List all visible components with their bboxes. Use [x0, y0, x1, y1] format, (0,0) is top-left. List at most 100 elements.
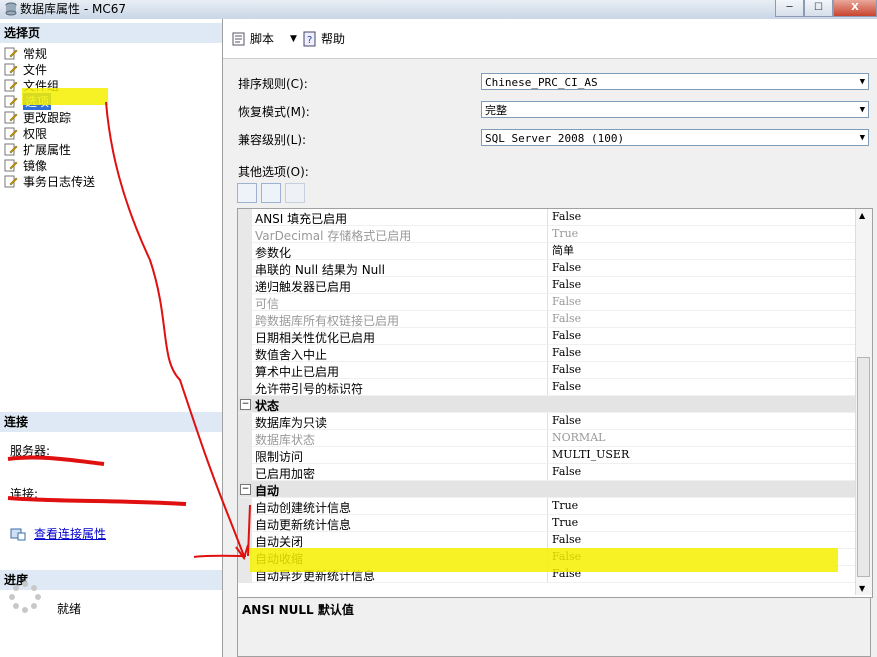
sidebar-item-6[interactable]: 扩展属性: [4, 141, 95, 157]
scroll-up-icon[interactable]: ▲: [859, 211, 865, 220]
property-name: 参数化: [255, 246, 292, 260]
property-row[interactable]: 可信 False: [238, 294, 856, 311]
chevron-down-icon[interactable]: ▼: [860, 130, 865, 147]
scroll-down-icon[interactable]: ▼: [859, 584, 865, 593]
other-options-label: 其他选项(O):: [238, 165, 309, 179]
property-row[interactable]: 自动关闭 False: [238, 532, 856, 549]
scrollbar-thumb[interactable]: [857, 357, 870, 577]
property-value[interactable]: False: [547, 345, 856, 361]
property-value[interactable]: False: [547, 311, 856, 327]
collation-row: 排序规则(C):: [238, 75, 308, 92]
collapse-icon[interactable]: −: [240, 399, 251, 410]
property-row[interactable]: 递归触发器已启用 False: [238, 277, 856, 294]
property-value[interactable]: True: [547, 498, 856, 514]
property-value[interactable]: True: [547, 226, 856, 242]
select-page-header: 选择页: [0, 23, 222, 43]
help-button[interactable]: ? 帮助: [302, 30, 345, 47]
row-gutter: [238, 311, 252, 328]
row-gutter: [238, 209, 252, 226]
property-name: 串联的 Null 结果为 Null: [255, 263, 385, 277]
property-row[interactable]: 允许带引号的标识符 False: [238, 379, 856, 396]
property-pages-icon[interactable]: [285, 183, 305, 203]
property-value[interactable]: False: [547, 464, 856, 480]
page-icon: [4, 47, 18, 59]
property-row[interactable]: 日期相关性优化已启用 False: [238, 328, 856, 345]
row-gutter: [238, 294, 252, 311]
property-value[interactable]: 简单: [547, 243, 856, 259]
property-name: 递归触发器已启用: [255, 280, 352, 294]
categorized-view-icon[interactable]: [237, 183, 257, 203]
property-value[interactable]: False: [547, 260, 856, 276]
view-connection-properties-link[interactable]: 查看连接属性: [10, 525, 106, 542]
property-row[interactable]: 数值舍入中止 False: [238, 345, 856, 362]
alphabetical-sort-icon[interactable]: [261, 183, 281, 203]
property-value[interactable]: NORMAL: [547, 430, 856, 446]
property-value[interactable]: True: [547, 515, 856, 531]
property-value[interactable]: False: [547, 362, 856, 378]
property-name: 数据库为只读: [255, 416, 328, 430]
view-connection-properties-text[interactable]: 查看连接属性: [34, 525, 106, 542]
property-row[interactable]: 跨数据库所有权链接已启用 False: [238, 311, 856, 328]
sidebar-item-4[interactable]: 更改跟踪: [4, 109, 95, 125]
property-row[interactable]: 算术中止已启用 False: [238, 362, 856, 379]
property-value[interactable]: False: [547, 532, 856, 548]
collation-select[interactable]: Chinese_PRC_CI_AS ▼: [481, 73, 869, 90]
vertical-scrollbar[interactable]: ▲ ▼: [855, 209, 872, 595]
property-name: 可信: [255, 297, 280, 311]
property-row[interactable]: 限制访问 MULTI_USER: [238, 447, 856, 464]
property-row[interactable]: ANSI 填充已启用 False: [238, 209, 856, 226]
compatibility-level-select[interactable]: SQL Server 2008 (100) ▼: [481, 129, 869, 146]
sidebar-item-8[interactable]: 事务日志传送: [4, 173, 95, 189]
property-row[interactable]: 数据库状态 NORMAL: [238, 430, 856, 447]
collapse-icon[interactable]: −: [240, 484, 251, 495]
property-row[interactable]: VarDecimal 存储格式已启用 True: [238, 226, 856, 243]
sidebar-item-0[interactable]: 常规: [4, 45, 95, 61]
page-icon: [4, 79, 18, 91]
row-gutter: [238, 379, 252, 396]
recovery-model-select[interactable]: 完整 ▼: [481, 101, 869, 118]
minimize-button[interactable]: ─: [775, 0, 804, 17]
close-button[interactable]: X: [833, 0, 877, 17]
toolbar: 脚本 ▼ ? 帮助: [223, 19, 877, 59]
row-gutter: [238, 464, 252, 481]
property-value[interactable]: False: [547, 379, 856, 395]
property-row[interactable]: 已启用加密 False: [238, 464, 856, 481]
property-value[interactable]: MULTI_USER: [547, 447, 856, 463]
row-gutter: [238, 226, 252, 243]
sidebar-item-5[interactable]: 权限: [4, 125, 95, 141]
property-name: 允许带引号的标识符: [255, 382, 364, 396]
category-row[interactable]: − 自动: [238, 481, 856, 498]
row-gutter: [238, 362, 252, 379]
row-gutter: [238, 260, 252, 277]
script-button[interactable]: 脚本 ▼: [231, 30, 297, 47]
category-row[interactable]: − 状态: [238, 396, 856, 413]
property-row[interactable]: 数据库为只读 False: [238, 413, 856, 430]
connection-properties-icon: [10, 528, 26, 540]
property-row[interactable]: 自动创建统计信息 True: [238, 498, 856, 515]
property-value[interactable]: False: [547, 413, 856, 429]
property-row[interactable]: 自动更新统计信息 True: [238, 515, 856, 532]
property-value[interactable]: False: [547, 277, 856, 293]
property-row[interactable]: 参数化 简单: [238, 243, 856, 260]
maximize-button[interactable]: ☐: [804, 0, 833, 17]
sidebar-item-1[interactable]: 文件: [4, 61, 95, 77]
property-value[interactable]: False: [547, 209, 856, 225]
sidebar-item-label: 文件: [23, 62, 48, 77]
recovery-row: 恢复模式(M):: [238, 103, 310, 120]
property-value[interactable]: False: [547, 328, 856, 344]
compat-row: 兼容级别(L):: [238, 131, 306, 148]
chevron-down-icon[interactable]: ▼: [290, 34, 297, 44]
highlight-marker: [250, 548, 838, 572]
property-value[interactable]: False: [547, 294, 856, 310]
page-icon: [4, 175, 18, 187]
other-options-row: 其他选项(O):: [238, 163, 309, 180]
sidebar-item-7[interactable]: 镜像: [4, 157, 95, 173]
property-row[interactable]: 串联的 Null 结果为 Null False: [238, 260, 856, 277]
property-name: 日期相关性优化已启用: [255, 331, 376, 345]
connection-label: 连接:: [10, 487, 39, 501]
window-titlebar[interactable]: 数据库属性 - MC67 ─ ☐ X: [0, 0, 877, 19]
chevron-down-icon[interactable]: ▼: [860, 74, 865, 91]
compat-label: 兼容级别(L):: [238, 133, 307, 147]
row-gutter: [238, 447, 252, 464]
chevron-down-icon[interactable]: ▼: [860, 102, 865, 119]
